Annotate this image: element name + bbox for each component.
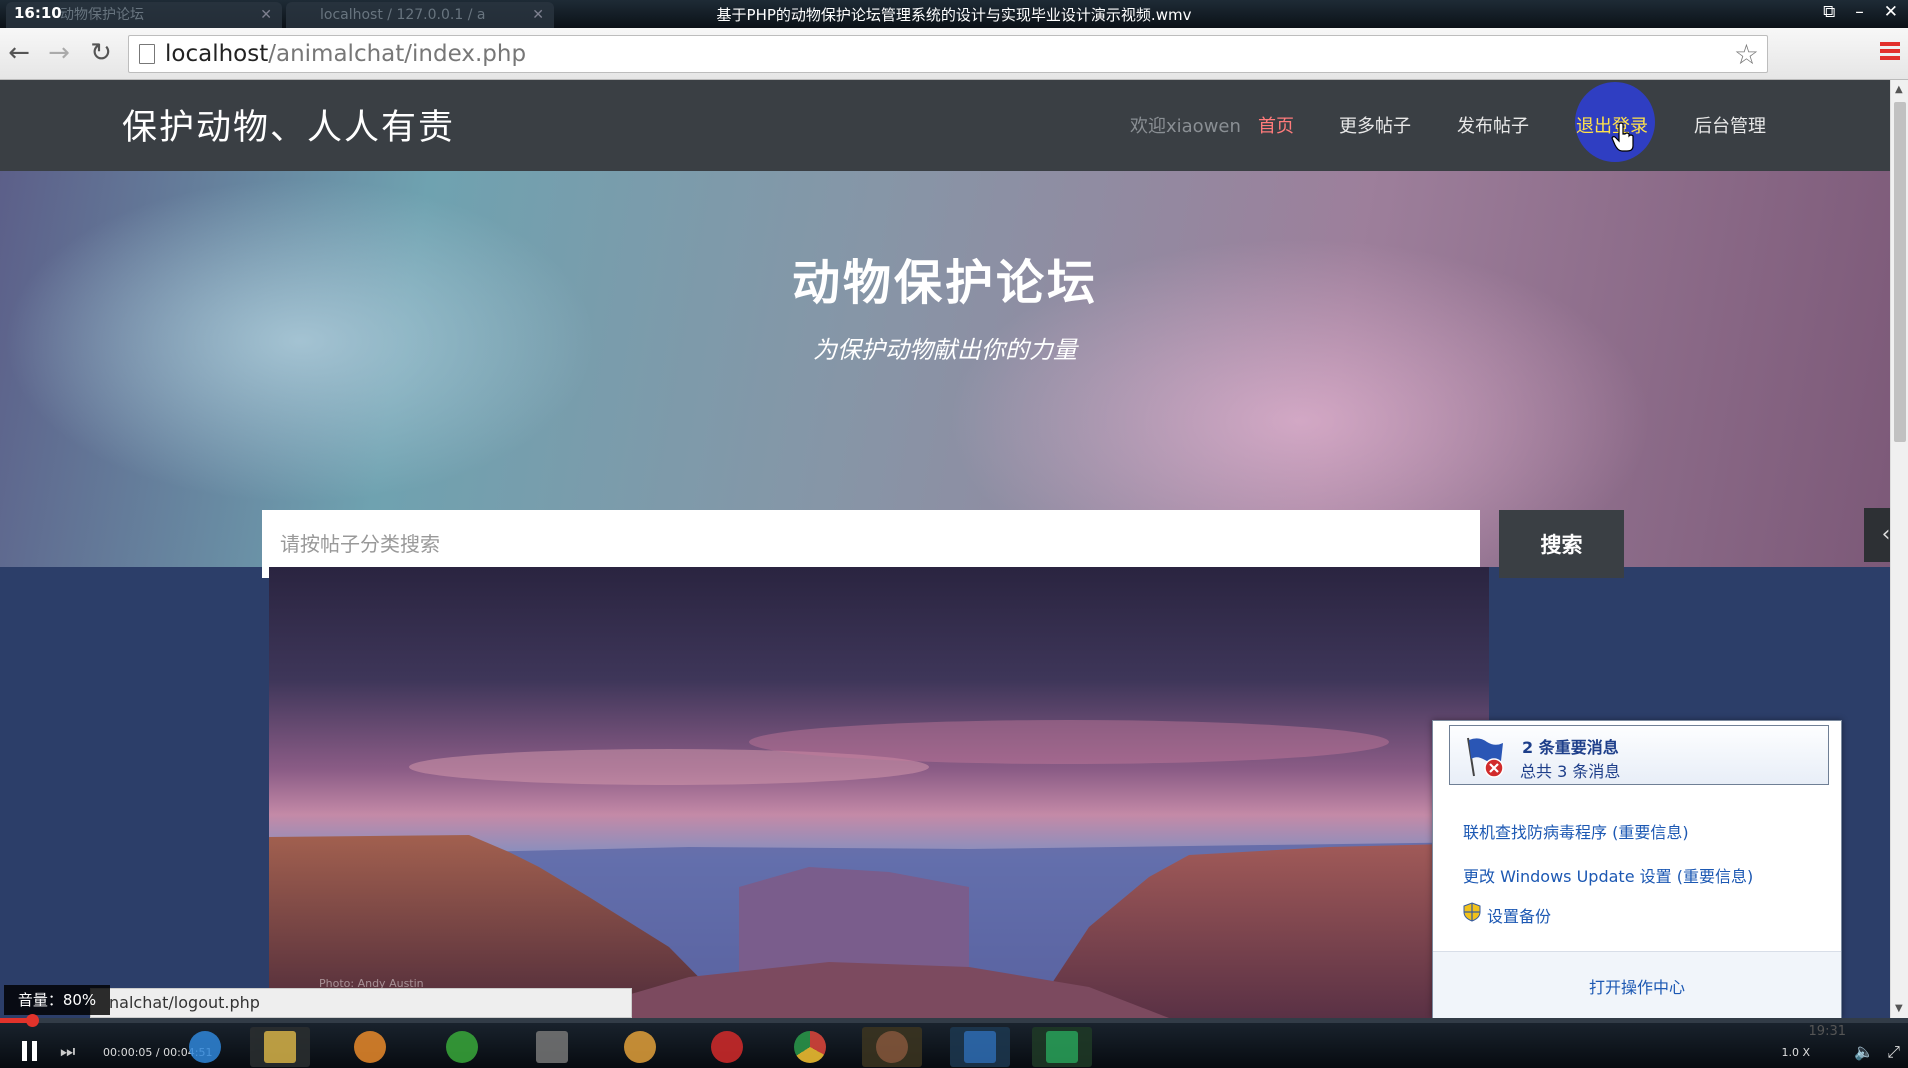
playback-speed[interactable]: 1.0 X — [1781, 1046, 1810, 1059]
site-navbar: 保护动物、人人有责 欢迎xiaowen 首页 更多帖子 发布帖子 退出登录 后台… — [0, 80, 1890, 171]
page-scrollbar[interactable]: ▲ ▼ — [1890, 80, 1908, 1018]
taskbar-clock: 19:31 — [1808, 1024, 1846, 1039]
action-center-footer: 打开操作中心 — [1433, 951, 1841, 1018]
status-url: nalchat/logout.php — [90, 988, 632, 1018]
fullscreen-icon[interactable]: ⤢ — [1887, 1042, 1900, 1062]
progress-knob[interactable] — [26, 1014, 40, 1027]
folder-icon[interactable] — [250, 1027, 310, 1067]
back-icon[interactable]: ← — [4, 38, 34, 68]
ie-green-icon[interactable] — [432, 1027, 492, 1067]
chevron-left-icon[interactable]: ‹ — [1864, 508, 1890, 562]
volume-overlay: 音量：80% — [4, 985, 110, 1015]
file-icon[interactable] — [522, 1027, 582, 1067]
nav-more-posts[interactable]: 更多帖子 — [1339, 112, 1411, 138]
reload-icon[interactable]: ↻ — [86, 38, 116, 68]
antivirus-link[interactable]: 联机查找防病毒程序 (重要信息) — [1463, 819, 1689, 843]
shield-icon — [1463, 902, 1481, 922]
backup-link[interactable]: 设置备份 — [1487, 903, 1551, 927]
address-bar[interactable]: localhost/animalchat/index.php ☆ — [128, 35, 1768, 73]
minimize-icon[interactable]: – — [1855, 2, 1864, 22]
forward-icon[interactable]: → — [44, 38, 74, 68]
nav-admin[interactable]: 后台管理 — [1694, 112, 1766, 138]
hero-banner — [0, 171, 1890, 567]
page-icon — [139, 44, 155, 64]
restore-icon[interactable]: ⧉ — [1823, 2, 1835, 22]
player-controls: ⏭ 00:00:05 / 00:04:51 19:31 1.0 X 🔈 ⤢ — [0, 1014, 1908, 1068]
windows-update-link[interactable]: 更改 Windows Update 设置 (重要信息) — [1463, 863, 1753, 887]
ie-icon[interactable] — [175, 1027, 235, 1067]
welcome-user: 欢迎xiaowen — [1130, 116, 1241, 137]
url-host: localhost — [165, 41, 269, 67]
nav-publish-post[interactable]: 发布帖子 — [1457, 112, 1529, 138]
site-brand[interactable]: 保护动物、人人有责 — [122, 99, 455, 150]
url-path: /animalchat/index.php — [268, 41, 527, 67]
pause-icon[interactable] — [22, 1041, 40, 1061]
window-title: 基于PHP的动物保护论坛管理系统的设计与实现毕业设计演示视频.wmv — [716, 6, 1192, 24]
action-center-popup: 2 条重要消息 总共 3 条消息 联机查找防病毒程序 (重要信息) 更改 Win… — [1432, 720, 1842, 1018]
chat-app-icon[interactable] — [1032, 1027, 1092, 1067]
netease-icon[interactable] — [697, 1027, 757, 1067]
nav-home[interactable]: 首页 — [1258, 112, 1294, 138]
browser-toolbar: ← → ↻ localhost/animalchat/index.php ☆ — [0, 28, 1908, 80]
scroll-thumb[interactable] — [1894, 102, 1906, 442]
action-center-header[interactable]: 2 条重要消息 总共 3 条消息 — [1449, 725, 1829, 785]
open-action-center-link[interactable]: 打开操作中心 — [1433, 974, 1841, 998]
important-messages-count: 2 条重要消息 — [1522, 738, 1619, 757]
action-center-flag-icon — [1467, 737, 1504, 778]
scroll-up-icon[interactable]: ▲ — [1895, 84, 1903, 95]
total-messages-count: 总共 3 条消息 — [1520, 762, 1621, 781]
url-text[interactable]: localhost/animalchat/index.php — [165, 41, 526, 67]
volume-icon[interactable]: 🔈 — [1854, 1042, 1874, 1061]
search-button[interactable]: 搜索 — [1499, 510, 1624, 578]
avatar-app-icon[interactable] — [862, 1027, 922, 1067]
word-icon[interactable] — [950, 1027, 1010, 1067]
hero-title: 动物保护论坛 — [791, 255, 1098, 311]
close-icon[interactable]: ✕ — [1884, 2, 1898, 22]
hero-subtitle: 为保护动物献出你的力量 — [813, 336, 1077, 364]
next-icon[interactable]: ⏭ — [60, 1042, 75, 1062]
media-player-icon[interactable] — [340, 1027, 400, 1067]
paint-icon[interactable] — [610, 1027, 670, 1067]
landscape-banner-image: Photo: Andy Austin — [269, 567, 1489, 1018]
progress-bar[interactable] — [0, 1014, 1908, 1027]
hand-cursor-icon — [1611, 122, 1634, 152]
scroll-down-icon[interactable]: ▼ — [1895, 1003, 1903, 1014]
browser-menu-icon[interactable] — [1880, 42, 1900, 64]
chrome-icon[interactable] — [780, 1027, 840, 1067]
player-title-bar: 动物保护论坛 ✕ localhost / 127.0.0.1 / a ✕ 16:… — [0, 0, 1908, 28]
bookmark-star-icon[interactable]: ☆ — [1734, 38, 1759, 71]
window-controls: ⧉ – ✕ — [1823, 2, 1898, 22]
